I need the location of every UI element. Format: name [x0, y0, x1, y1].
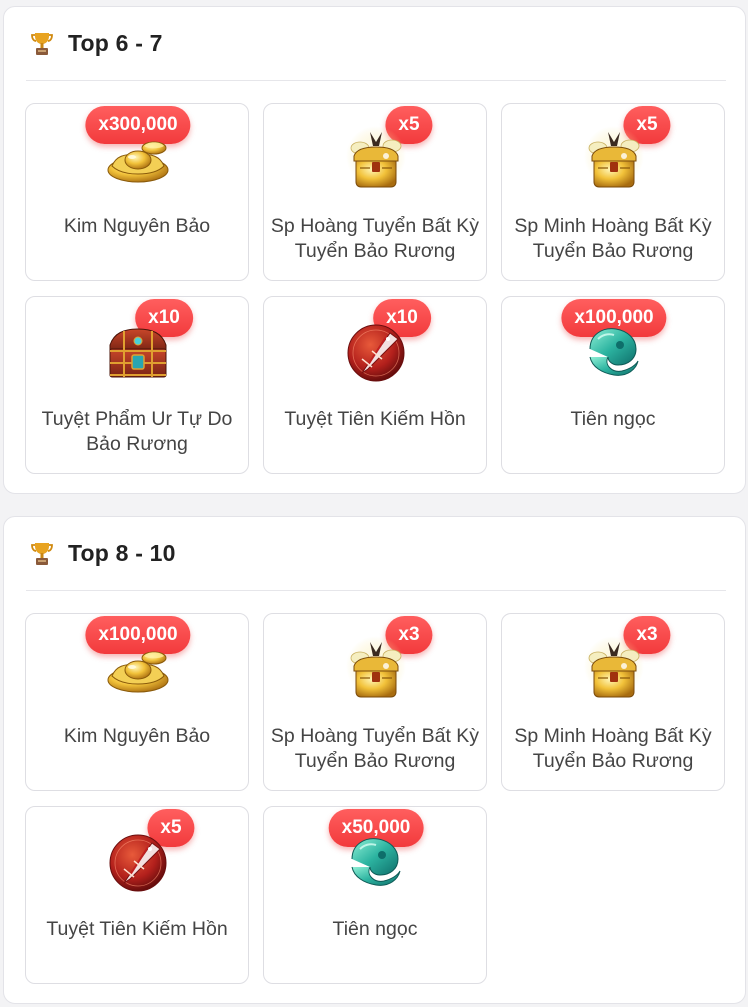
reward-card-sp-minh-hoang[interactable]: x5 Sp Minh Hoàng Bất Kỳ Tuyển Bảo Rương: [501, 103, 725, 281]
reward-section-top-8-10: Top 8 - 10 x100,000 Kim Nguyên Bảo x3 Sp…: [3, 516, 746, 1004]
treasure-chest-icon: [583, 636, 645, 698]
jade-icon: [351, 837, 401, 887]
reward-card-tuyet-pham-ur[interactable]: x10 Tuyệt Phẩm Ur Tự Do Bảo Rương: [25, 296, 249, 474]
gold-ingot-icon: [107, 651, 169, 693]
reward-name: Tiên ngọc: [570, 408, 656, 430]
reward-card-tuyet-tien-kiem-hon[interactable]: x10 Tuyệt Tiên Kiếm Hồn: [263, 296, 487, 474]
treasure-chest-icon: [345, 126, 407, 188]
treasure-chest-icon: [345, 636, 407, 698]
reward-card-kim-nguyen-bao[interactable]: x100,000 Kim Nguyên Bảo: [25, 613, 249, 791]
reward-name: Tuyệt Tiên Kiếm Hồn: [46, 918, 228, 940]
reward-card-tien-ngoc[interactable]: x50,000 Tiên ngọc: [263, 806, 487, 984]
reward-card-sp-minh-hoang[interactable]: x3 Sp Minh Hoàng Bất Kỳ Tuyển Bảo Rương: [501, 613, 725, 791]
reward-card-tuyet-tien-kiem-hon[interactable]: x5 Tuyệt Tiên Kiếm Hồn: [25, 806, 249, 984]
reward-name: Tuyệt Tiên Kiếm Hồn: [284, 408, 466, 430]
reward-name: Kim Nguyên Bảo: [63, 725, 211, 747]
sword-soul-icon: [347, 324, 405, 382]
section-title: Top 8 - 10: [68, 540, 176, 566]
reward-card-tien-ngoc[interactable]: x100,000 Tiên ngọc: [501, 296, 725, 474]
jade-icon: [589, 327, 639, 377]
trophy-icon: [31, 542, 53, 565]
reward-card-kim-nguyen-bao[interactable]: x300,000 Kim Nguyên Bảo: [25, 103, 249, 281]
reward-card-sp-hoang-tuyen[interactable]: x5 Sp Hoàng Tuyển Bất Kỳ Tuyển Bảo Rương: [263, 103, 487, 281]
reward-section-top-6-7: Top 6 - 7 x300,000 Kim Nguyên Bảo x5 Sp …: [3, 6, 746, 494]
section-header: Top 6 - 7: [26, 7, 726, 81]
trophy-icon: [31, 32, 53, 55]
reward-name: Sp Minh Hoàng Bất Kỳ Tuyển Bảo Rương: [514, 215, 712, 262]
ornate-chest-icon: [109, 328, 167, 378]
reward-name: Sp Hoàng Tuyển Bất Kỳ Tuyển Bảo Rương: [270, 725, 480, 772]
reward-name: Tuyệt Phẩm Ur Tự Do Bảo Rương: [41, 408, 233, 455]
gold-ingot-icon: [107, 141, 169, 183]
reward-name: Kim Nguyên Bảo: [63, 215, 211, 237]
reward-name: Tiên ngọc: [332, 918, 418, 940]
reward-name: Sp Minh Hoàng Bất Kỳ Tuyển Bảo Rương: [514, 725, 712, 772]
reward-card-sp-hoang-tuyen[interactable]: x3 Sp Hoàng Tuyển Bất Kỳ Tuyển Bảo Rương: [263, 613, 487, 791]
treasure-chest-icon: [583, 126, 645, 188]
section-title: Top 6 - 7: [68, 30, 163, 56]
reward-name: Sp Hoàng Tuyển Bất Kỳ Tuyển Bảo Rương: [270, 215, 480, 262]
section-header: Top 8 - 10: [26, 517, 726, 591]
sword-soul-icon: [109, 834, 167, 892]
